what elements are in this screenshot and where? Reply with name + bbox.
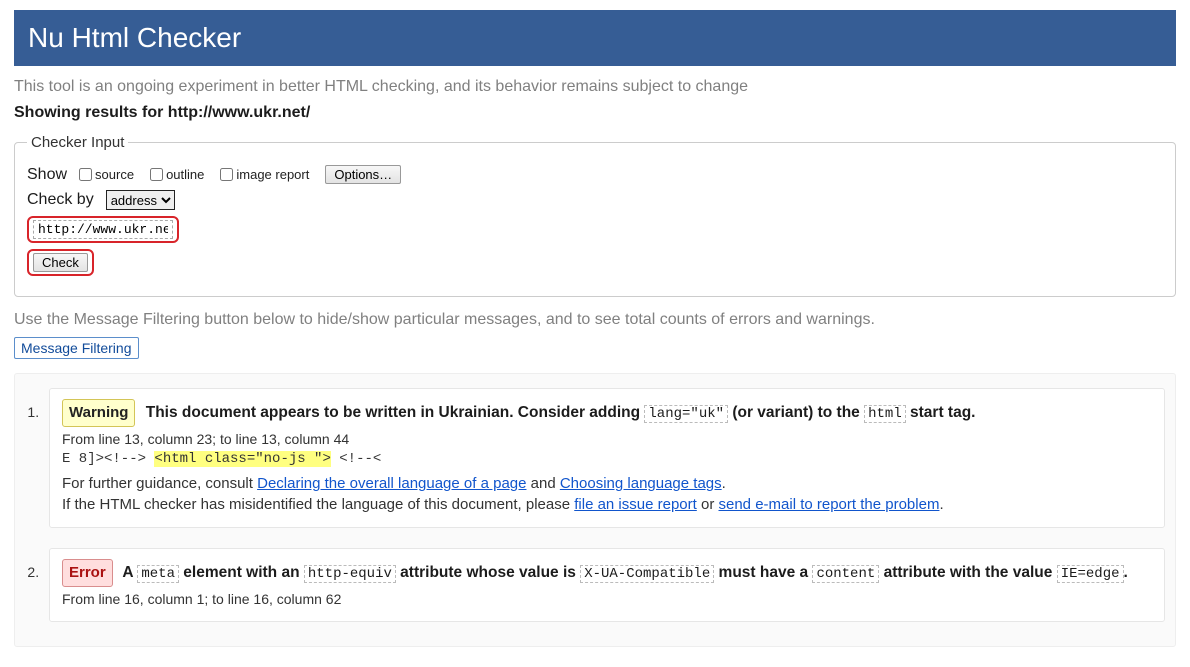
- source-checkbox[interactable]: [79, 168, 92, 181]
- message-item-1: Warning This document appears to be writ…: [43, 388, 1165, 528]
- issue-report-link[interactable]: file an issue report: [574, 496, 697, 513]
- show-row: Show source outline image report Options…: [27, 165, 1163, 184]
- misid-mid: or: [697, 496, 719, 513]
- msg-text: start tag.: [906, 404, 976, 421]
- outline-checkbox[interactable]: [150, 168, 163, 181]
- email-report-link[interactable]: send e-mail to report the problem: [719, 496, 940, 513]
- misid-pre: If the HTML checker has misidentified th…: [62, 496, 574, 513]
- outline-checkbox-label[interactable]: outline: [150, 167, 204, 182]
- msg-text: must have a: [714, 564, 812, 581]
- code-http-equiv: http-equiv: [304, 565, 396, 583]
- app-banner: Nu Html Checker: [14, 10, 1176, 66]
- message-item-2: Error A meta element with an http-equiv …: [43, 548, 1165, 622]
- url-row: [27, 216, 1163, 243]
- url-input[interactable]: [33, 220, 173, 239]
- code-html: html: [864, 405, 906, 423]
- image-report-checkbox-label[interactable]: image report: [220, 167, 309, 182]
- check-by-select[interactable]: address: [106, 190, 175, 210]
- tool-description: This tool is an ongoing experiment in be…: [14, 78, 1176, 96]
- messages-list: Warning This document appears to be writ…: [15, 388, 1175, 622]
- msg-text: attribute whose value is: [396, 564, 580, 581]
- check-button[interactable]: Check: [33, 253, 88, 272]
- check-highlight: Check: [27, 249, 94, 276]
- options-button[interactable]: Options…: [325, 165, 401, 184]
- check-by-row: Check by address: [27, 190, 1163, 210]
- check-by-label: Check by: [27, 191, 94, 209]
- msg-text: .: [1124, 564, 1128, 581]
- source-text: source: [95, 167, 134, 182]
- message-filtering-button[interactable]: Message Filtering: [14, 337, 139, 359]
- outline-text: outline: [166, 167, 204, 182]
- msg-text: (or variant) to the: [728, 404, 864, 421]
- showing-results: Showing results for http://www.ukr.net/: [14, 104, 1176, 122]
- results-panel: Warning This document appears to be writ…: [14, 373, 1176, 647]
- guidance-link-1[interactable]: Declaring the overall language of a page: [257, 475, 526, 492]
- check-row: Check: [27, 249, 1163, 276]
- message-heading: Error A meta element with an http-equiv …: [62, 559, 1152, 587]
- source-checkbox-label[interactable]: source: [79, 167, 134, 182]
- guidance-pre: For further guidance, consult: [62, 475, 257, 492]
- guidance-line: For further guidance, consult Declaring …: [62, 475, 1152, 492]
- msg-text: This document appears to be written in U…: [146, 404, 645, 421]
- checker-input-legend: Checker Input: [27, 134, 128, 151]
- msg-text: A: [122, 564, 137, 581]
- app-title: Nu Html Checker: [28, 22, 241, 53]
- misid-line: If the HTML checker has misidentified th…: [62, 496, 1152, 513]
- code-lang: lang="uk": [644, 405, 728, 423]
- code-ieedge: IE=edge: [1057, 565, 1124, 583]
- snippet-post: <!--<: [331, 451, 381, 467]
- code-content: content: [812, 565, 879, 583]
- message-heading: Warning This document appears to be writ…: [62, 399, 1152, 427]
- filtering-description: Use the Message Filtering button below t…: [14, 311, 1176, 329]
- image-report-checkbox[interactable]: [220, 168, 233, 181]
- show-label: Show: [27, 166, 67, 184]
- message-card: Error A meta element with an http-equiv …: [49, 548, 1165, 622]
- error-badge: Error: [62, 559, 113, 587]
- message-location: From line 13, column 23; to line 13, col…: [62, 431, 1152, 447]
- image-report-text: image report: [236, 167, 309, 182]
- code-snippet: E 8]><!--> <html class="no-js "> <!--<: [62, 451, 1152, 467]
- guidance-post: .: [722, 475, 726, 492]
- msg-text: element with an: [179, 564, 304, 581]
- guidance-link-2[interactable]: Choosing language tags: [560, 475, 722, 492]
- checker-input-fieldset: Checker Input Show source outline image …: [14, 134, 1176, 297]
- code-meta: meta: [137, 565, 179, 583]
- snippet-pre: E 8]><!-->: [62, 451, 154, 467]
- guidance-mid: and: [526, 475, 559, 492]
- warning-badge: Warning: [62, 399, 135, 427]
- message-location: From line 16, column 1; to line 16, colu…: [62, 591, 1152, 607]
- misid-post: .: [939, 496, 943, 513]
- code-xua: X-UA-Compatible: [580, 565, 714, 583]
- snippet-highlight: <html class="no-js ">: [154, 451, 330, 467]
- msg-text: attribute with the value: [879, 564, 1056, 581]
- url-highlight: [27, 216, 179, 243]
- message-card: Warning This document appears to be writ…: [49, 388, 1165, 528]
